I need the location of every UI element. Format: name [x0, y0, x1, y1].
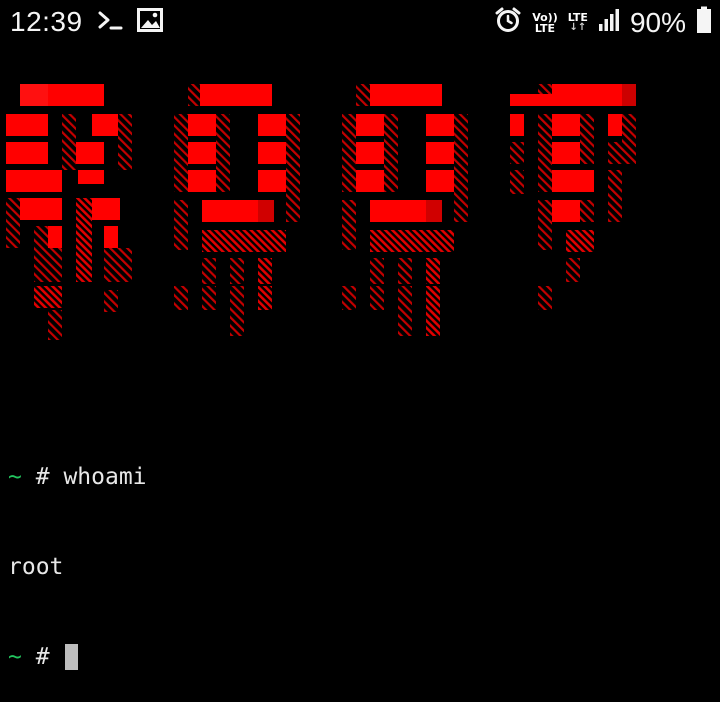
clock-time: 12:39 — [10, 6, 83, 37]
root-ascii-banner — [6, 84, 636, 340]
banner-letter-o-2 — [342, 84, 468, 336]
prompt-tilde: ~ — [8, 464, 22, 490]
text-cursor — [65, 644, 79, 670]
terminal-line-output: root — [8, 552, 147, 582]
banner-letter-r — [6, 84, 132, 340]
image-icon — [136, 7, 163, 37]
terminal-line-command: ~ # whoami — [8, 462, 147, 492]
signal-icon — [598, 8, 620, 37]
status-bar-left: 12:39 — [10, 6, 163, 38]
data-arrows-icon: ↓↑ — [569, 22, 587, 33]
alarm-icon — [494, 6, 522, 39]
battery-percent: 90% — [629, 6, 686, 38]
status-bar: 12:39 Vo)) LTE LTE ↓↑ 90% — [0, 0, 720, 48]
volte-indicator: Vo)) LTE — [532, 12, 558, 34]
output-text: root — [8, 554, 64, 580]
volte-label-bottom: LTE — [534, 21, 556, 35]
prompt-tilde: ~ — [8, 644, 22, 670]
terminal-output[interactable]: ~ # whoami root ~ # — [8, 402, 147, 702]
terminal-icon — [97, 9, 123, 36]
command-text: whoami — [63, 464, 147, 490]
lte-indicator: LTE ↓↑ — [568, 12, 588, 33]
volte-label-top: Vo)) — [532, 10, 558, 24]
prompt-hash: # — [35, 644, 50, 670]
banner-letter-t — [510, 84, 636, 310]
banner-letter-o-1 — [174, 84, 300, 336]
status-bar-right: Vo)) LTE LTE ↓↑ 90% — [494, 6, 712, 39]
prompt-hash: # — [35, 464, 50, 490]
terminal-line-prompt[interactable]: ~ # — [8, 642, 147, 672]
battery-icon — [696, 6, 712, 39]
